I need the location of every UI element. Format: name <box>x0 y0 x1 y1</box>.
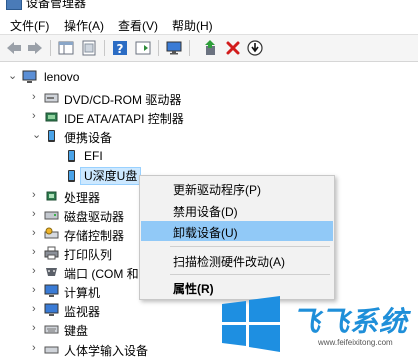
toolbar: ? <box>0 34 418 62</box>
context-menu: 更新驱动程序(P) 禁用设备(D) 卸载设备(U) 扫描检测硬件改动(A) 属性… <box>139 175 335 300</box>
menu-separator <box>170 274 330 275</box>
chevron-down-icon[interactable]: ⌄ <box>8 70 18 82</box>
uninstall-x-icon[interactable] <box>224 39 242 57</box>
menu-item-label: 属性(R) <box>173 282 214 296</box>
chevron-right-icon[interactable]: › <box>32 91 42 103</box>
tree-label: 人体学输入设备 <box>64 344 149 358</box>
chevron-right-icon[interactable]: › <box>32 322 42 334</box>
chevron-right-icon[interactable]: › <box>32 342 42 354</box>
action-pane-icon[interactable] <box>134 39 152 57</box>
chevron-right-icon[interactable]: › <box>32 284 42 296</box>
chevron-down-icon[interactable]: ⌄ <box>32 129 42 141</box>
show-hide-tree-icon[interactable] <box>57 39 75 57</box>
menu-item-label: 禁用设备(D) <box>173 205 238 219</box>
computer-icon <box>22 70 37 84</box>
back-arrow-icon[interactable] <box>5 39 23 57</box>
storage-controller-icon <box>44 227 59 241</box>
monitor-icon[interactable] <box>165 39 183 57</box>
update-driver-icon[interactable] <box>201 39 219 57</box>
tree-label: 处理器 <box>64 191 101 205</box>
ide-controller-icon <box>44 110 59 124</box>
download-circle-icon[interactable] <box>246 39 264 57</box>
tree-root-lenovo[interactable]: ⌄ lenovo <box>0 67 418 87</box>
tree-label: lenovo <box>44 70 80 84</box>
chevron-right-icon[interactable]: › <box>32 110 42 122</box>
chevron-right-icon[interactable]: › <box>32 227 42 239</box>
port-icon <box>44 265 59 279</box>
tree-label: DVD/CD-ROM 驱动器 <box>64 93 182 107</box>
menu-separator <box>170 246 330 247</box>
keyboard-icon <box>44 322 59 336</box>
tree-label: EFI <box>84 149 103 163</box>
menu-disable-device[interactable]: 禁用设备(D) <box>141 200 333 220</box>
menu-uninstall-device[interactable]: 卸载设备(U) <box>141 221 333 241</box>
chevron-right-icon[interactable]: › <box>32 208 42 220</box>
menu-item-label: 更新驱动程序(P) <box>173 183 261 197</box>
tree-label: 存储控制器 <box>64 229 125 243</box>
dvd-drive-icon <box>44 91 59 105</box>
disk-drive-icon <box>44 208 59 222</box>
tree-label: 便携设备 <box>64 131 113 145</box>
forward-arrow-icon[interactable] <box>26 39 44 57</box>
chevron-right-icon[interactable]: › <box>32 303 42 315</box>
portable-device-icon <box>44 129 59 143</box>
watermark-site: www.feifeixitong.com <box>318 338 393 347</box>
tree-label: IDE ATA/ATAPI 控制器 <box>64 112 184 126</box>
monitor-icon <box>44 284 59 298</box>
menu-item-label: 卸载设备(U) <box>173 226 238 240</box>
tree-label: 键盘 <box>64 324 89 338</box>
tree-item-portable[interactable]: ⌄ 便携设备 <box>0 126 418 146</box>
menu-bar: 文件(F) 操作(A) 查看(V) 帮助(H) <box>0 12 418 34</box>
tree-label: 打印队列 <box>64 248 113 262</box>
chevron-right-icon[interactable]: › <box>32 189 42 201</box>
menu-action[interactable]: 操作(A) <box>64 17 104 34</box>
tree-item-dvd[interactable]: › DVD/CD-ROM 驱动器 <box>0 88 418 108</box>
processor-icon <box>44 189 59 203</box>
phone-device-icon <box>64 149 79 163</box>
tree-label: U深度U盘 <box>80 167 142 185</box>
watermark-brand: 飞飞系统 <box>292 306 409 337</box>
menu-help[interactable]: 帮助(H) <box>172 17 213 34</box>
tree-label: 端口 (COM 和 <box>64 267 139 281</box>
monitor-icon <box>44 303 59 317</box>
watermark: 飞飞系统 www.feifeixitong.com <box>218 294 418 354</box>
menu-view[interactable]: 查看(V) <box>118 17 158 34</box>
tree-label: 磁盘驱动器 <box>64 210 125 224</box>
printer-icon <box>44 246 59 260</box>
svg-text:?: ? <box>117 42 124 56</box>
properties-icon[interactable] <box>80 39 98 57</box>
menu-scan-hardware[interactable]: 扫描检测硬件改动(A) <box>141 250 333 270</box>
menu-file[interactable]: 文件(F) <box>10 17 49 34</box>
menu-item-label: 扫描检测硬件改动(A) <box>173 255 285 269</box>
phone-device-icon <box>64 169 79 183</box>
help-icon[interactable]: ? <box>111 39 129 57</box>
chevron-right-icon[interactable]: › <box>32 246 42 258</box>
window-title: 设备管理器 <box>26 0 87 10</box>
device-manager-icon <box>6 0 22 10</box>
menu-update-driver[interactable]: 更新驱动程序(P) <box>141 178 333 198</box>
tree-label: 监视器 <box>64 305 101 319</box>
windows-logo-icon <box>222 296 280 352</box>
title-bar: 设备管理器 <box>0 0 418 12</box>
tree-label: 计算机 <box>64 286 101 300</box>
tree-item-ide[interactable]: › IDE ATA/ATAPI 控制器 <box>0 107 418 127</box>
chevron-right-icon[interactable]: › <box>32 265 42 277</box>
tree-item-efi[interactable]: EFI <box>0 146 418 166</box>
